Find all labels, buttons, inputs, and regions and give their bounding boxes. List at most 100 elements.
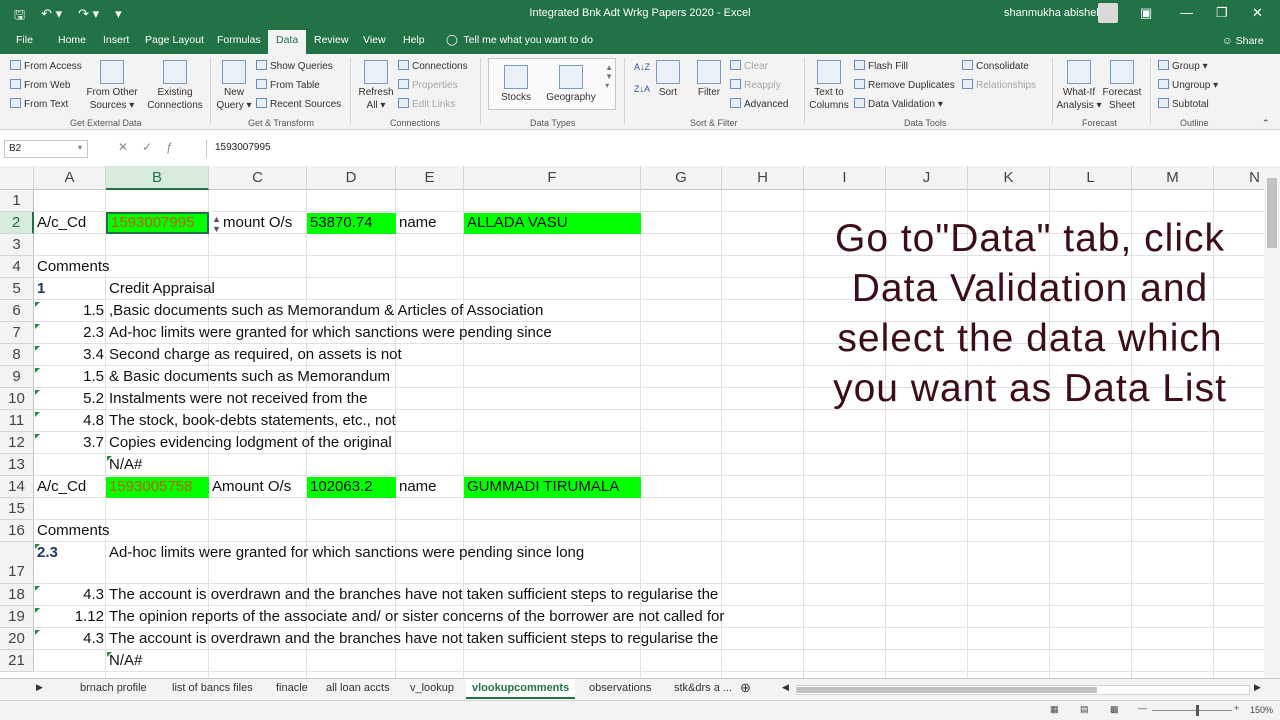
zoom-slider-thumb[interactable] <box>1196 705 1199 716</box>
column-header[interactable]: A <box>34 166 106 190</box>
cell-a17[interactable]: 2.3 <box>34 544 58 561</box>
row-header[interactable]: 2 <box>0 212 34 234</box>
name-box[interactable]: B2 <box>4 140 88 158</box>
connections-button[interactable]: Connections <box>398 60 468 72</box>
cell-a12[interactable]: 3.7 <box>34 434 104 451</box>
tell-me-search[interactable]: ◯ Tell me what you want to do <box>446 34 593 46</box>
from-text-button[interactable]: From Text <box>10 98 68 110</box>
tab-formulas[interactable]: Formulas <box>217 34 261 46</box>
advanced-button[interactable]: Advanced <box>730 98 788 110</box>
cell-b19[interactable]: The opinion reports of the associate and… <box>106 608 724 625</box>
cell-a5[interactable]: 1 <box>34 280 45 297</box>
ungroup-button[interactable]: Ungroup ▾ <box>1158 79 1218 91</box>
cell-b12[interactable]: Copies evidencing lodgment of the origin… <box>106 434 392 451</box>
forecast-sheet-button[interactable]: Forecast Sheet <box>1100 60 1144 112</box>
column-header[interactable]: J <box>886 166 968 190</box>
filter-button[interactable]: Filter <box>694 60 724 99</box>
row-header[interactable]: 9 <box>0 366 34 388</box>
tab-help[interactable]: Help <box>403 34 425 46</box>
cell-f2[interactable]: ALLADA VASU <box>464 213 641 234</box>
sheet-tab[interactable]: observations <box>589 682 651 694</box>
relationships-button[interactable]: Relationships <box>962 79 1036 91</box>
sheet-tab[interactable]: v_lookup <box>410 682 454 694</box>
avatar[interactable] <box>1098 3 1118 23</box>
vertical-scrollbar[interactable] <box>1264 166 1280 678</box>
formula-input[interactable]: 1593007995 <box>206 140 1272 158</box>
flash-fill-button[interactable]: Flash Fill <box>854 60 908 72</box>
normal-view-icon[interactable]: ▦ <box>1050 704 1059 715</box>
collapse-ribbon-icon[interactable]: ⌃ <box>1262 118 1270 129</box>
row-header[interactable]: 21 <box>0 650 34 672</box>
ribbon-display-icon[interactable]: ▣ <box>1140 5 1152 21</box>
cell-a19[interactable]: 1.12 <box>34 608 104 625</box>
sheet-tab[interactable]: stk&drs a ... <box>674 682 732 694</box>
cell-d14[interactable]: 102063.2 <box>307 477 396 498</box>
cell-b11[interactable]: The stock, book-debts statements, etc., … <box>106 412 396 429</box>
subtotal-button[interactable]: Subtotal <box>1158 98 1209 110</box>
cell-c14[interactable]: Amount O/s <box>209 478 291 495</box>
cell-b5[interactable]: Credit Appraisal <box>106 280 215 297</box>
h-scroll-thumb[interactable] <box>797 687 1097 693</box>
column-header[interactable]: M <box>1132 166 1214 190</box>
cell-f14[interactable]: GUMMADI TIRUMALA <box>464 477 641 498</box>
cell-b14[interactable]: 1593005758 <box>106 477 209 498</box>
row-header[interactable]: 13 <box>0 454 34 476</box>
consolidate-button[interactable]: Consolidate <box>962 60 1029 72</box>
from-other-sources-button[interactable]: From Other Sources ▾ <box>84 60 140 112</box>
scroll-right-icon[interactable]: ▶ <box>1254 682 1261 693</box>
row-header[interactable]: 7 <box>0 322 34 344</box>
cell-e2[interactable]: name <box>396 214 437 231</box>
row-header[interactable]: 11 <box>0 410 34 432</box>
cell-a11[interactable]: 4.8 <box>34 412 104 429</box>
cell-c2[interactable]: mount O/s <box>220 214 292 231</box>
gallery-scroll-icon[interactable]: ▲ ▼ ▾ <box>605 63 613 90</box>
remove-duplicates-button[interactable]: Remove Duplicates <box>854 79 955 91</box>
column-header[interactable]: D <box>307 166 396 190</box>
from-web-button[interactable]: From Web <box>10 79 71 91</box>
clear-button[interactable]: Clear <box>730 60 768 72</box>
existing-connections-button[interactable]: Existing Connections <box>144 60 206 112</box>
cell-a18[interactable]: 4.3 <box>34 586 104 603</box>
cell-b2[interactable]: 1593007995 <box>106 212 209 234</box>
cell-b21[interactable]: N/A# <box>106 652 142 669</box>
cell-a2[interactable]: A/c_Cd <box>34 214 86 231</box>
row-header[interactable]: 12 <box>0 432 34 454</box>
tab-page-layout[interactable]: Page Layout <box>145 34 204 46</box>
show-queries-button[interactable]: Show Queries <box>256 60 333 72</box>
row-header[interactable]: 10 <box>0 388 34 410</box>
row-header[interactable]: 18 <box>0 584 34 606</box>
insert-function-icon[interactable]: ƒ <box>166 140 187 154</box>
column-header[interactable]: H <box>722 166 804 190</box>
row-header[interactable]: 1 <box>0 190 34 212</box>
row-header[interactable]: 6 <box>0 300 34 322</box>
zoom-out-icon[interactable]: — <box>1138 703 1147 713</box>
row-header[interactable]: 15 <box>0 498 34 520</box>
column-header[interactable]: I <box>804 166 886 190</box>
cell-b13[interactable]: N/A# <box>106 456 142 473</box>
horizontal-scrollbar[interactable] <box>796 685 1250 695</box>
cell-a14[interactable]: A/c_Cd <box>34 478 86 495</box>
column-header[interactable]: N <box>1214 166 1264 190</box>
cell-b20[interactable]: The account is overdrawn and the branche… <box>106 630 718 647</box>
what-if-analysis-button[interactable]: What-If Analysis ▾ <box>1056 60 1102 112</box>
column-header[interactable]: C <box>209 166 307 190</box>
from-table-button[interactable]: From Table <box>256 79 320 91</box>
cell-a9[interactable]: 1.5 <box>34 368 104 385</box>
scroll-left-icon[interactable]: ◀ <box>782 682 789 693</box>
tab-data[interactable]: Data <box>268 30 307 54</box>
column-header[interactable]: E <box>396 166 464 190</box>
sheet-tab[interactable]: finacle <box>276 682 308 694</box>
column-header[interactable]: F <box>464 166 641 190</box>
sheet-tab[interactable]: brnach profile <box>80 682 147 694</box>
select-all-corner[interactable] <box>0 166 34 190</box>
column-header[interactable]: G <box>641 166 722 190</box>
tab-home[interactable]: Home <box>58 34 86 46</box>
row-header[interactable]: 17 <box>0 542 34 584</box>
row-header[interactable]: 19 <box>0 606 34 628</box>
zoom-in-icon[interactable]: + <box>1234 703 1239 713</box>
cell-a10[interactable]: 5.2 <box>34 390 104 407</box>
column-header[interactable]: B <box>106 166 209 190</box>
cell-b10[interactable]: Instalments were not received from the <box>106 390 367 407</box>
reapply-button[interactable]: Reapply <box>730 79 781 91</box>
cancel-icon[interactable]: ✕ <box>118 140 142 154</box>
